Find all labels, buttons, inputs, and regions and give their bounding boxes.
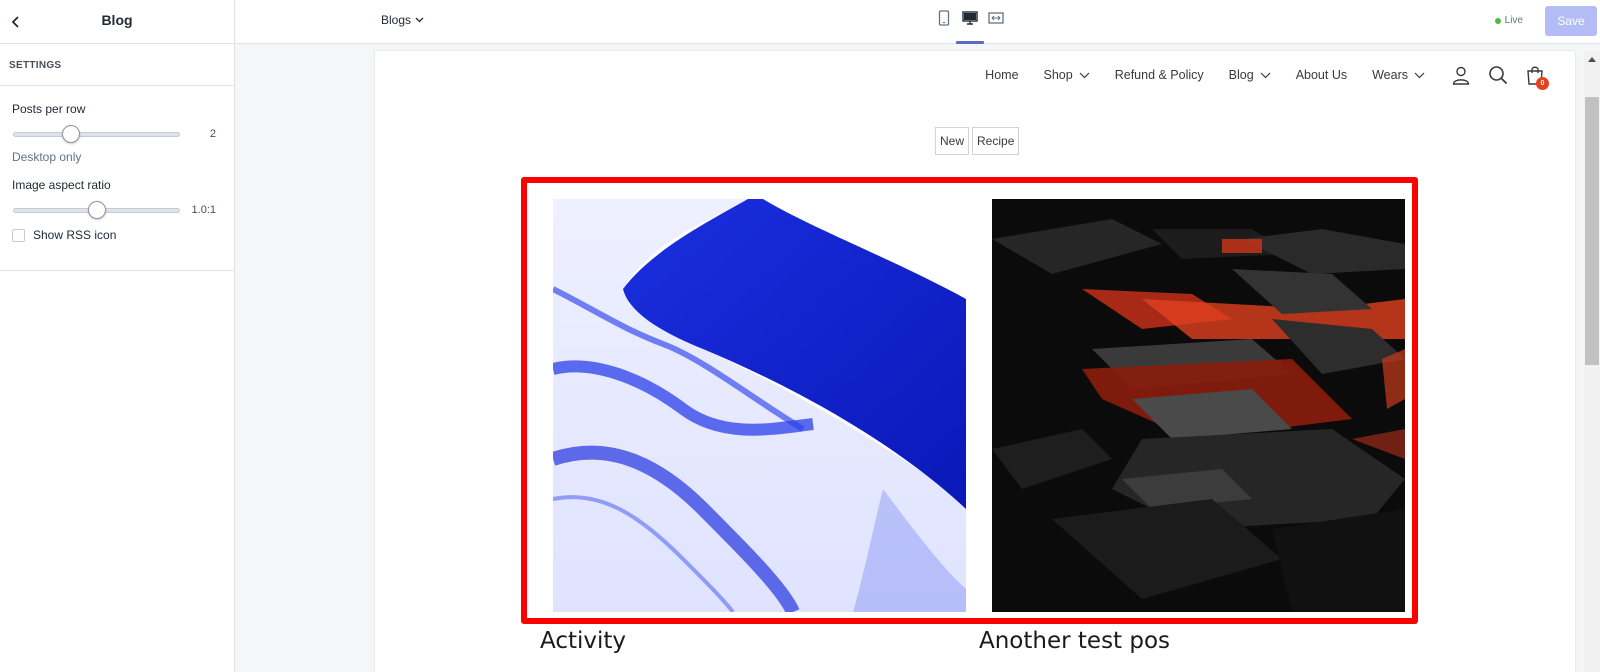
nav-refund-label: Refund & Policy [1114,68,1204,82]
live-dot-icon [1494,17,1501,24]
account-icon[interactable] [1451,65,1471,85]
post-image-another-test[interactable] [992,199,1405,612]
cart-icon[interactable]: 0 [1525,65,1549,90]
desktop-view-button[interactable] [956,10,984,44]
cart-count-badge: 0 [1536,77,1549,90]
chevron-down-icon [1414,72,1425,78]
sidebar-title: Blog [101,12,133,28]
store-navigation: Home Shop Refund & Policy Blog About Us … [960,65,1549,90]
rss-label: Show RSS icon [33,228,117,242]
nav-wears-label: Wears [1372,68,1408,82]
dark-cubes-image [992,199,1405,612]
save-button[interactable]: Save [1545,6,1597,36]
editor-topbar: Blogs Live Save [236,0,1600,44]
expand-horizontal-icon [988,12,1004,24]
page-selector-label: Blogs [381,13,412,27]
slider-thumb[interactable] [62,125,81,143]
desktop-icon [962,11,978,25]
nav-blog[interactable]: Blog [1229,68,1271,82]
store-preview: Home Shop Refund & Policy Blog About Us … [375,51,1575,672]
nav-refund-policy[interactable]: Refund & Policy [1115,68,1204,82]
live-status-label: Live [1504,15,1523,26]
blue-fabric-image [553,199,966,612]
mobile-icon [938,10,950,26]
device-switcher [936,10,1004,44]
chevron-down-icon [415,17,424,23]
sidebar-header: Blog [0,0,234,44]
nav-home-label: Home [985,68,1019,82]
blog-tag-filter: New Recipe [935,127,1020,155]
search-icon[interactable] [1488,65,1508,85]
scroll-up-icon[interactable] [1588,57,1596,62]
post-image-activity[interactable] [553,199,966,612]
nav-shop[interactable]: Shop [1044,68,1090,82]
slider-track[interactable] [13,132,180,137]
nav-home[interactable]: Home [985,68,1018,82]
aspect-ratio-slider[interactable]: 1.0:1 [12,194,222,224]
scroll-thumb[interactable] [1585,97,1599,365]
nav-blog-label: Blog [1228,68,1254,82]
tag-recipe[interactable]: Recipe [972,127,1020,155]
live-status: Live [1494,15,1523,26]
post-title-activity[interactable]: Activity [540,628,626,654]
chevron-down-icon [1260,72,1271,78]
tag-new[interactable]: New [935,127,970,155]
nav-about-label: About Us [1295,68,1348,82]
rss-checkbox[interactable] [12,228,25,242]
nav-wears[interactable]: Wears [1372,68,1425,82]
settings-panel: Posts per row 2 Desktop only Image aspec… [0,86,234,271]
sidebar: Blog SETTINGS Posts per row 2 Desktop on… [0,0,235,672]
aspect-ratio-value: 1.0:1 [191,204,216,216]
posts-per-row-slider[interactable]: 2 [12,118,222,148]
post-title-another-test[interactable]: Another test pos [979,628,1170,654]
slider-thumb[interactable] [87,201,106,219]
rss-option[interactable]: Show RSS icon [12,228,222,242]
chevron-down-icon [1079,72,1090,78]
desktop-only-help: Desktop only [12,150,82,164]
nav-icons: 0 [1451,65,1549,90]
settings-heading: SETTINGS [0,44,234,86]
aspect-ratio-label: Image aspect ratio [12,178,111,192]
nav-shop-label: Shop [1043,68,1073,82]
posts-per-row-value: 2 [209,128,216,140]
posts-per-row-label: Posts per row [12,102,86,116]
nav-about-us[interactable]: About Us [1296,68,1347,82]
page-selector[interactable]: Blogs [381,13,424,27]
full-width-view-button[interactable] [988,10,1004,32]
mobile-view-button[interactable] [936,10,952,32]
preview-scrollbar[interactable] [1584,51,1600,672]
